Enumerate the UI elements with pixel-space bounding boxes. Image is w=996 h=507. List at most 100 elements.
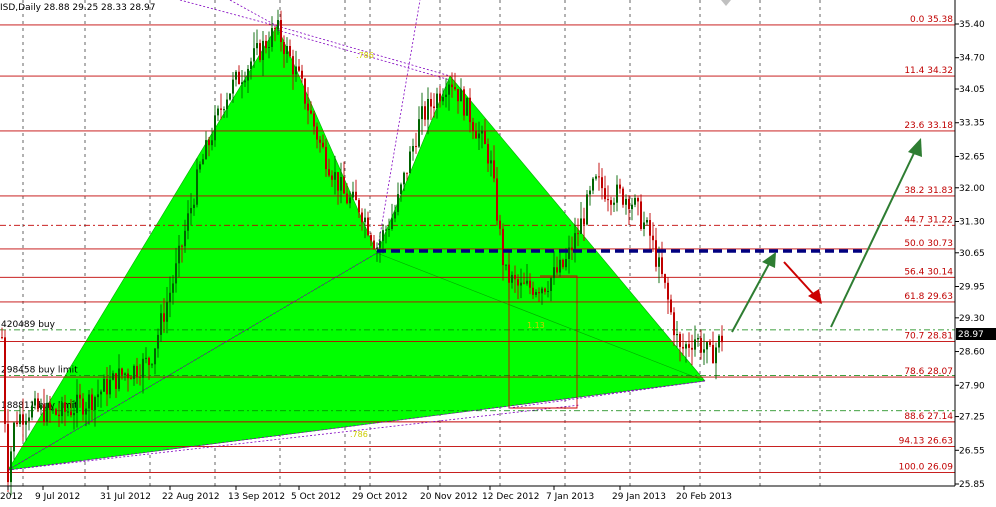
candle-body-183 [550, 278, 552, 291]
candle-body-24 [73, 412, 75, 416]
candle-body-182 [547, 290, 549, 292]
candle-body-149 [448, 84, 450, 95]
candle-body-176 [529, 280, 531, 288]
y-tick-label-11: 27.90 [959, 381, 985, 391]
candle-body-162 [487, 144, 489, 164]
candle-body-189 [568, 247, 570, 259]
order-label-1: 298458 buy limit [1, 366, 78, 376]
candle-body-44 [133, 365, 135, 380]
candle-body-72 [217, 108, 219, 116]
candle-body-65 [196, 169, 198, 205]
pattern-label-2: 1.13 [527, 321, 545, 330]
candle-body-64 [193, 204, 195, 208]
candle-body-225 [676, 333, 678, 336]
candle-body-118 [355, 191, 357, 201]
candle-body-214 [643, 222, 645, 229]
candle-body-89 [268, 47, 270, 49]
candle-body-233 [700, 337, 702, 353]
fib-label-12: 100.0 26.09 [899, 462, 954, 472]
candle-body-62 [187, 213, 189, 231]
fib-label-8: 70.7 28.81 [904, 331, 953, 341]
candle-body-216 [649, 220, 651, 236]
y-axis: 35.40 34.70 34.05 33.35 32.65 32.00 31.30 30.65… [955, 20, 985, 490]
candle-body-181 [544, 288, 546, 292]
candle-body-211 [634, 198, 636, 205]
candle-body-12 [37, 398, 39, 410]
chart-root: 0.0 35.38 11.4 34.32 23.6 33.18 38.2 31.83 4… [0, 0, 996, 507]
candle-body-40 [121, 368, 123, 375]
candle-body-235 [706, 342, 708, 350]
price-chart[interactable]: 0.0 35.38 11.4 34.32 23.6 33.18 38.2 31.83 4… [0, 0, 996, 507]
candle-body-60 [181, 245, 183, 247]
candle-body-57 [172, 283, 174, 293]
candle-body-135 [406, 172, 408, 174]
fib-label-7: 61.8 29.63 [904, 292, 953, 302]
candle-body-31 [94, 397, 96, 410]
candle-body-222 [667, 282, 669, 300]
y-tick-label-12: 27.25 [959, 413, 985, 423]
y-tick-label-8: 29.95 [959, 283, 985, 293]
candle-body-32 [97, 394, 99, 398]
candle-body-41 [124, 373, 126, 375]
candle-body-166 [499, 220, 501, 229]
candle-body-94 [283, 41, 285, 55]
candle-body-167 [502, 228, 504, 266]
candle-body-180 [541, 288, 543, 294]
candle-body-93 [280, 20, 282, 42]
candle-body-119 [358, 200, 360, 213]
candle-body-15 [46, 402, 48, 422]
candle-body-6 [19, 414, 21, 425]
x-tick-label-0: 2012 [0, 492, 23, 502]
candle-body-87 [262, 40, 264, 61]
candle-body-160 [481, 130, 483, 134]
candle-body-200 [601, 177, 603, 189]
x-tick-label-11: 20 Feb 2013 [676, 492, 732, 502]
candle-body-71 [214, 115, 216, 141]
candle-body-108 [325, 146, 327, 170]
candle-body-217 [652, 235, 654, 241]
candle-body-106 [319, 139, 321, 143]
candle-body-173 [520, 282, 522, 286]
candle-body-168 [505, 264, 507, 266]
candle-body-236 [709, 342, 711, 345]
fib-label-11: 94.13 26.63 [899, 436, 953, 446]
candle-body-143 [430, 98, 432, 107]
candle-body-77 [232, 79, 234, 94]
y-tick-label-14: 25.85 [959, 480, 985, 490]
candle-body-92 [277, 20, 279, 30]
candle-body-223 [670, 299, 672, 313]
candle-body-91 [274, 28, 276, 30]
candle-body-232 [697, 337, 699, 340]
candle-body-101 [304, 78, 306, 104]
candle-body-157 [472, 122, 474, 132]
candle-body-195 [586, 194, 588, 225]
candle-body-121 [364, 217, 366, 223]
candle-body-61 [184, 230, 186, 247]
candle-body-224 [673, 312, 675, 336]
candle-body-17 [52, 409, 54, 411]
candle-body-9 [28, 417, 30, 422]
candle-body-208 [625, 198, 627, 205]
candle-body-179 [538, 292, 540, 294]
candle-body-97 [292, 56, 294, 75]
candle-body-170 [511, 274, 513, 283]
fib-label-0: 0.0 35.38 [910, 15, 953, 25]
candle-body-177 [532, 287, 534, 295]
candle-body-133 [400, 184, 402, 195]
candle-body-226 [679, 333, 681, 347]
candle-body-234 [703, 349, 705, 353]
candle-body-14 [43, 404, 45, 422]
last-price-label: 28.97 [958, 330, 984, 340]
candle-body-80 [241, 82, 243, 85]
candle-body-206 [619, 184, 621, 189]
candle-body-96 [289, 45, 291, 57]
candle-body-46 [139, 376, 141, 378]
candle-body-192 [577, 233, 579, 235]
candle-body-130 [391, 218, 393, 229]
y-tick-label-1: 34.70 [959, 54, 985, 64]
fib-label-10: 88.6 27.14 [904, 412, 953, 422]
candle-body-73 [220, 108, 222, 110]
candle-body-219 [658, 257, 660, 267]
candle-body-231 [694, 339, 696, 350]
candle-body-145 [436, 93, 438, 109]
